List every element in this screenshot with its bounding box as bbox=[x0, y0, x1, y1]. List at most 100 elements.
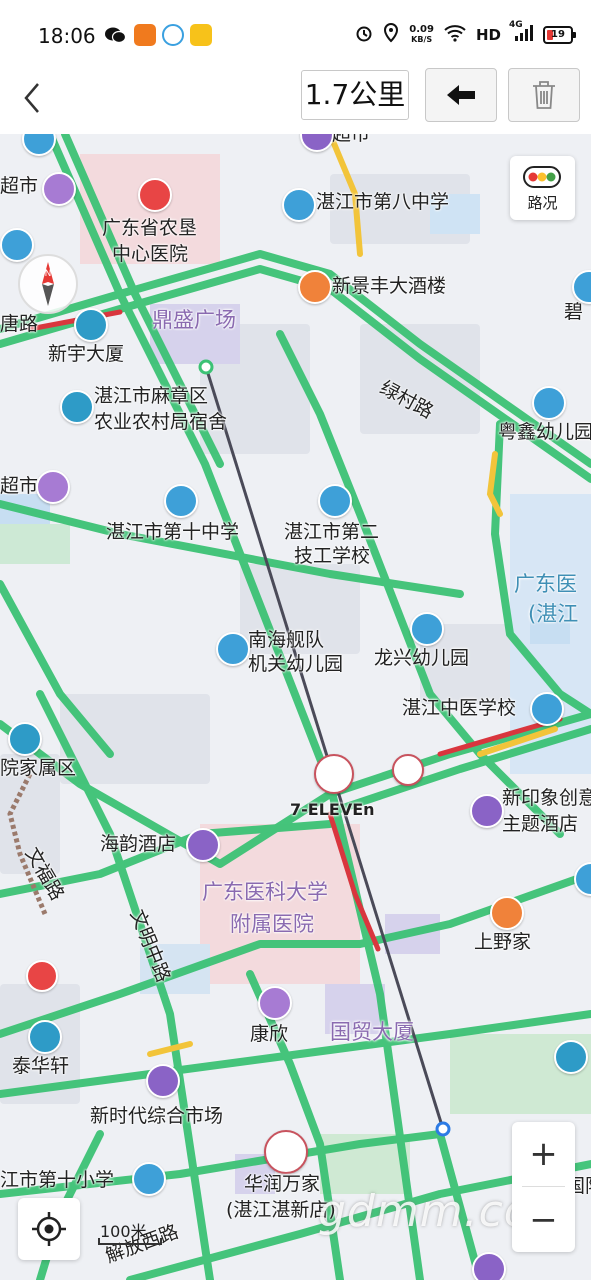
svg-text:N: N bbox=[45, 269, 52, 279]
school-icon[interactable] bbox=[282, 188, 316, 222]
poi-left-icon[interactable] bbox=[0, 228, 34, 262]
map-label: 院家属区 bbox=[0, 757, 77, 779]
map-label: 泰华轩 bbox=[12, 1055, 70, 1077]
map-label: 超市 bbox=[0, 475, 39, 497]
map-label: 国贸大厦 bbox=[330, 1020, 414, 1044]
meituan-icon bbox=[190, 24, 212, 46]
network-type: 4G bbox=[509, 20, 523, 30]
map-label: (湛江 bbox=[528, 602, 579, 626]
supermarket-icon-2[interactable] bbox=[36, 470, 70, 504]
traffic-light-icon bbox=[523, 166, 561, 188]
navy-kindergarten-icon[interactable] bbox=[216, 632, 250, 666]
map-label: 唐路 bbox=[0, 313, 39, 335]
map-label: 中心医院 bbox=[112, 243, 189, 265]
hotel-icon[interactable] bbox=[470, 794, 504, 828]
longxing-icon[interactable] bbox=[410, 612, 444, 646]
distance-display: 1.7公里 bbox=[301, 70, 409, 120]
app-orange-icon bbox=[134, 24, 156, 46]
map-label: 海韵酒店 bbox=[100, 833, 177, 855]
shangye-icon[interactable] bbox=[490, 896, 524, 930]
school10-icon[interactable] bbox=[164, 484, 198, 518]
map-label: 超市 bbox=[332, 134, 371, 145]
hospital-icon[interactable] bbox=[138, 178, 172, 212]
restaurant-icon[interactable] bbox=[298, 270, 332, 304]
map-label: 江市第十小学 bbox=[0, 1169, 115, 1191]
map-label: 附属医院 bbox=[230, 912, 314, 936]
scale-bar bbox=[98, 1238, 162, 1245]
map-label: 湛江中医学校 bbox=[402, 697, 517, 719]
no-entry-icon[interactable] bbox=[392, 754, 424, 786]
wifi-icon bbox=[444, 24, 466, 46]
status-icons: 0.09 KB/S HD 4G 19 bbox=[355, 20, 576, 48]
zoom-control: + − bbox=[512, 1122, 575, 1252]
compass-button[interactable]: N bbox=[18, 254, 78, 314]
map-label: 湛江市第八中学 bbox=[316, 191, 450, 213]
map-label: 广东医 bbox=[514, 572, 577, 596]
taihua-icon[interactable] bbox=[28, 1020, 62, 1054]
net-speed: 0.09 KB/S bbox=[409, 25, 434, 45]
back-button[interactable] bbox=[18, 78, 58, 126]
map-label: 粤鑫幼儿园 bbox=[498, 421, 591, 443]
supermarket-icon[interactable] bbox=[42, 172, 76, 206]
building-icon[interactable] bbox=[74, 308, 108, 342]
map-label: 广东省农垦 bbox=[102, 217, 198, 239]
haiyun-hotel-icon[interactable] bbox=[186, 828, 220, 862]
chevron-left-icon bbox=[24, 83, 39, 113]
wechat-icon bbox=[104, 24, 127, 46]
primary-school-icon[interactable] bbox=[132, 1162, 166, 1196]
net-speed-value: 0.09 bbox=[409, 24, 434, 35]
tcm-school-icon[interactable] bbox=[530, 692, 564, 726]
map-label: 上野家 bbox=[474, 931, 532, 953]
residence-icon[interactable] bbox=[8, 722, 42, 756]
map-label: 湛江市麻章区 bbox=[94, 385, 209, 407]
locate-button[interactable] bbox=[18, 1198, 80, 1260]
map-label: 广东医科大学 bbox=[202, 880, 328, 904]
status-bar: 18:06 0.09 KB/S HD 4G 19 bbox=[0, 0, 591, 70]
hd-label: HD bbox=[475, 26, 501, 44]
map-label: 农业农村局宿舍 bbox=[94, 411, 228, 433]
map-label: 技工学校 bbox=[294, 545, 371, 567]
market-icon[interactable] bbox=[146, 1064, 180, 1098]
map-label: 超市 bbox=[0, 175, 39, 197]
battery-icon: 19 bbox=[543, 26, 576, 44]
poi-bottom-icon[interactable] bbox=[472, 1252, 506, 1280]
runwan-icon[interactable] bbox=[264, 1130, 308, 1174]
alarm-icon bbox=[355, 24, 373, 46]
map-view[interactable]: 路况 N 超市 超市 广东省农垦 中心医院 湛江市第八中学 新景丰大酒楼 碧 鼎 bbox=[0, 134, 591, 1280]
undo-button[interactable] bbox=[425, 68, 497, 122]
battery-level: 19 bbox=[551, 29, 565, 40]
zoom-in-button[interactable]: + bbox=[512, 1122, 575, 1186]
map-label: 机关幼儿园 bbox=[248, 653, 344, 675]
arrow-left-icon bbox=[447, 85, 475, 105]
kindergarten-icon[interactable] bbox=[532, 386, 566, 420]
map-label: 碧 bbox=[564, 301, 584, 323]
zoom-divider bbox=[522, 1186, 565, 1187]
net-speed-unit: KB/S bbox=[411, 35, 433, 44]
app-circle-icon bbox=[162, 24, 184, 46]
map-label: 康欣 bbox=[250, 1023, 289, 1045]
seven-eleven-icon[interactable] bbox=[314, 754, 354, 794]
bank-icon[interactable] bbox=[26, 960, 58, 992]
tech-school-icon[interactable] bbox=[318, 484, 352, 518]
kangxin-icon[interactable] bbox=[258, 986, 292, 1020]
trash-icon bbox=[533, 81, 555, 109]
map-label: 南海舰队 bbox=[248, 629, 325, 651]
clear-button[interactable] bbox=[508, 68, 580, 122]
map-label: 新宇大厦 bbox=[48, 343, 125, 365]
map-label: 湛江市第十中学 bbox=[106, 521, 240, 543]
crosshair-icon bbox=[32, 1212, 66, 1246]
map-label: 新时代综合市场 bbox=[90, 1105, 224, 1127]
building-right-icon[interactable] bbox=[554, 1040, 588, 1074]
map-label: 华润万家 bbox=[244, 1173, 321, 1195]
map-label: 主题酒店 bbox=[502, 813, 579, 835]
map-label: 新景丰大酒楼 bbox=[332, 275, 447, 297]
zoom-out-button[interactable]: − bbox=[512, 1188, 575, 1252]
dorm-icon[interactable] bbox=[60, 390, 94, 424]
map-label: 鼎盛广场 bbox=[152, 308, 236, 332]
traffic-toggle-button[interactable]: 路况 bbox=[510, 156, 575, 220]
map-label: 龙兴幼儿园 bbox=[374, 647, 470, 669]
map-label: 新印象创意 bbox=[502, 787, 591, 809]
map-label: 湛江市第二 bbox=[284, 521, 380, 543]
map-label: 7-ELEVEn bbox=[290, 800, 375, 819]
status-time: 18:06 bbox=[38, 24, 96, 48]
